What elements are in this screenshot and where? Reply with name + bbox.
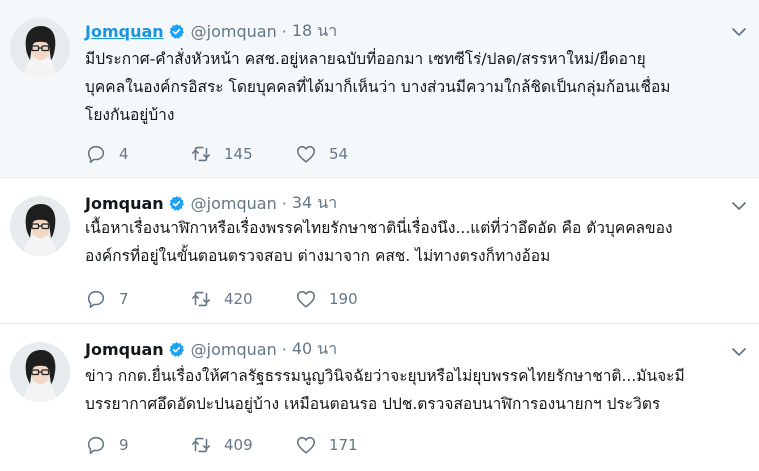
avatar[interactable]	[10, 18, 70, 78]
like-count: 190	[329, 290, 358, 308]
reply-button[interactable]: 9	[85, 434, 190, 456]
timestamp[interactable]: 34 นา	[292, 191, 337, 216]
tweet-actions: 4 145 54	[85, 143, 400, 165]
timestamp[interactable]: 40 นา	[292, 337, 337, 362]
like-icon	[296, 145, 316, 163]
tweet[interactable]: Jomquan @jomquan · 40 นา ข่าว กกต.ยื่นเร…	[0, 324, 759, 471]
tweet-header: Jomquan @jomquan · 40 นา	[85, 337, 337, 361]
tweet-text-line: ข่าว กกต.ยื่นเรื่องให้ศาลรัฐธรรมนูญวินิจ…	[85, 367, 685, 385]
verified-badge-icon	[169, 23, 184, 39]
tweet-text-line: บรรยากาศอึดอัดปะปนอยู่บ้าง เหมือนตอนรอ ป…	[85, 395, 661, 413]
tweet-text-line: องค์กรที่อยู่ในขั้นตอนตรวจสอบ ต่างมาจาก …	[85, 247, 551, 265]
tweet-text: มีประกาศ-คำสั่งหัวหน้า คสช.อยู่หลายฉบับท…	[85, 45, 753, 129]
timestamp[interactable]: 18 นา	[292, 19, 337, 44]
tweet-text-line: เนื้อหาเรื่องนาฬิกาหรือเรื่องพรรคไทยรักษ…	[85, 219, 673, 237]
like-button[interactable]: 190	[295, 288, 400, 310]
retweet-count: 145	[224, 145, 253, 163]
avatar[interactable]	[10, 196, 70, 256]
retweet-button[interactable]: 409	[190, 434, 295, 456]
like-icon	[296, 436, 316, 454]
chevron-down-icon[interactable]	[731, 344, 747, 360]
tweet-header: Jomquan @jomquan · 34 นา	[85, 191, 337, 215]
chevron-down-icon[interactable]	[731, 198, 747, 214]
separator-dot: ·	[281, 193, 287, 213]
username[interactable]: @jomquan	[191, 194, 277, 213]
tweet-text: เนื้อหาเรื่องนาฬิกาหรือเรื่องพรรคไทยรักษ…	[85, 214, 753, 270]
separator-dot: ·	[281, 21, 287, 41]
reply-icon	[87, 290, 105, 309]
verified-badge-icon	[169, 341, 184, 357]
avatar[interactable]	[10, 342, 70, 402]
verified-badge-icon	[169, 195, 184, 211]
reply-count: 4	[119, 145, 129, 163]
reply-count: 9	[119, 436, 129, 454]
retweet-icon	[191, 291, 211, 307]
display-name[interactable]: Jomquan	[85, 194, 164, 213]
retweet-button[interactable]: 145	[190, 143, 295, 165]
tweet-header: Jomquan @jomquan · 18 นา	[85, 19, 337, 43]
retweet-icon	[191, 437, 211, 453]
like-count: 171	[329, 436, 358, 454]
tweet-actions: 9 409 171	[85, 434, 400, 456]
reply-icon	[87, 145, 105, 164]
retweet-icon	[191, 146, 211, 162]
like-button[interactable]: 54	[295, 143, 400, 165]
tweet-text-line: โยงกันอยู่บ้าง	[85, 106, 175, 124]
like-icon	[296, 290, 316, 308]
tweet-text-line: บุคคลในองค์กรอิสระ โดยบุคคลที่ได้มาก็เห็…	[85, 78, 671, 96]
like-count: 54	[329, 145, 349, 163]
display-name[interactable]: Jomquan	[85, 22, 164, 41]
tweet[interactable]: Jomquan @jomquan · 34 นา เนื้อหาเรื่องนา…	[0, 178, 759, 324]
reply-button[interactable]: 4	[85, 143, 190, 165]
retweet-count: 420	[224, 290, 253, 308]
tweet-text-line: มีประกาศ-คำสั่งหัวหน้า คสช.อยู่หลายฉบับท…	[85, 50, 646, 68]
separator-dot: ·	[281, 339, 287, 359]
tweet-text: ข่าว กกต.ยื่นเรื่องให้ศาลรัฐธรรมนูญวินิจ…	[85, 362, 753, 418]
username[interactable]: @jomquan	[191, 340, 277, 359]
like-button[interactable]: 171	[295, 434, 400, 456]
username[interactable]: @jomquan	[191, 22, 277, 41]
reply-icon	[87, 436, 105, 455]
display-name[interactable]: Jomquan	[85, 340, 164, 359]
reply-count: 7	[119, 290, 129, 308]
chevron-down-icon[interactable]	[731, 24, 747, 40]
reply-button[interactable]: 7	[85, 288, 190, 310]
tweet[interactable]: Jomquan @jomquan · 18 นา มีประกาศ-คำสั่ง…	[0, 0, 759, 178]
retweet-button[interactable]: 420	[190, 288, 295, 310]
tweet-actions: 7 420 190	[85, 288, 400, 310]
retweet-count: 409	[224, 436, 253, 454]
tweet-timeline: Jomquan @jomquan · 18 นา มีประกาศ-คำสั่ง…	[0, 0, 759, 471]
